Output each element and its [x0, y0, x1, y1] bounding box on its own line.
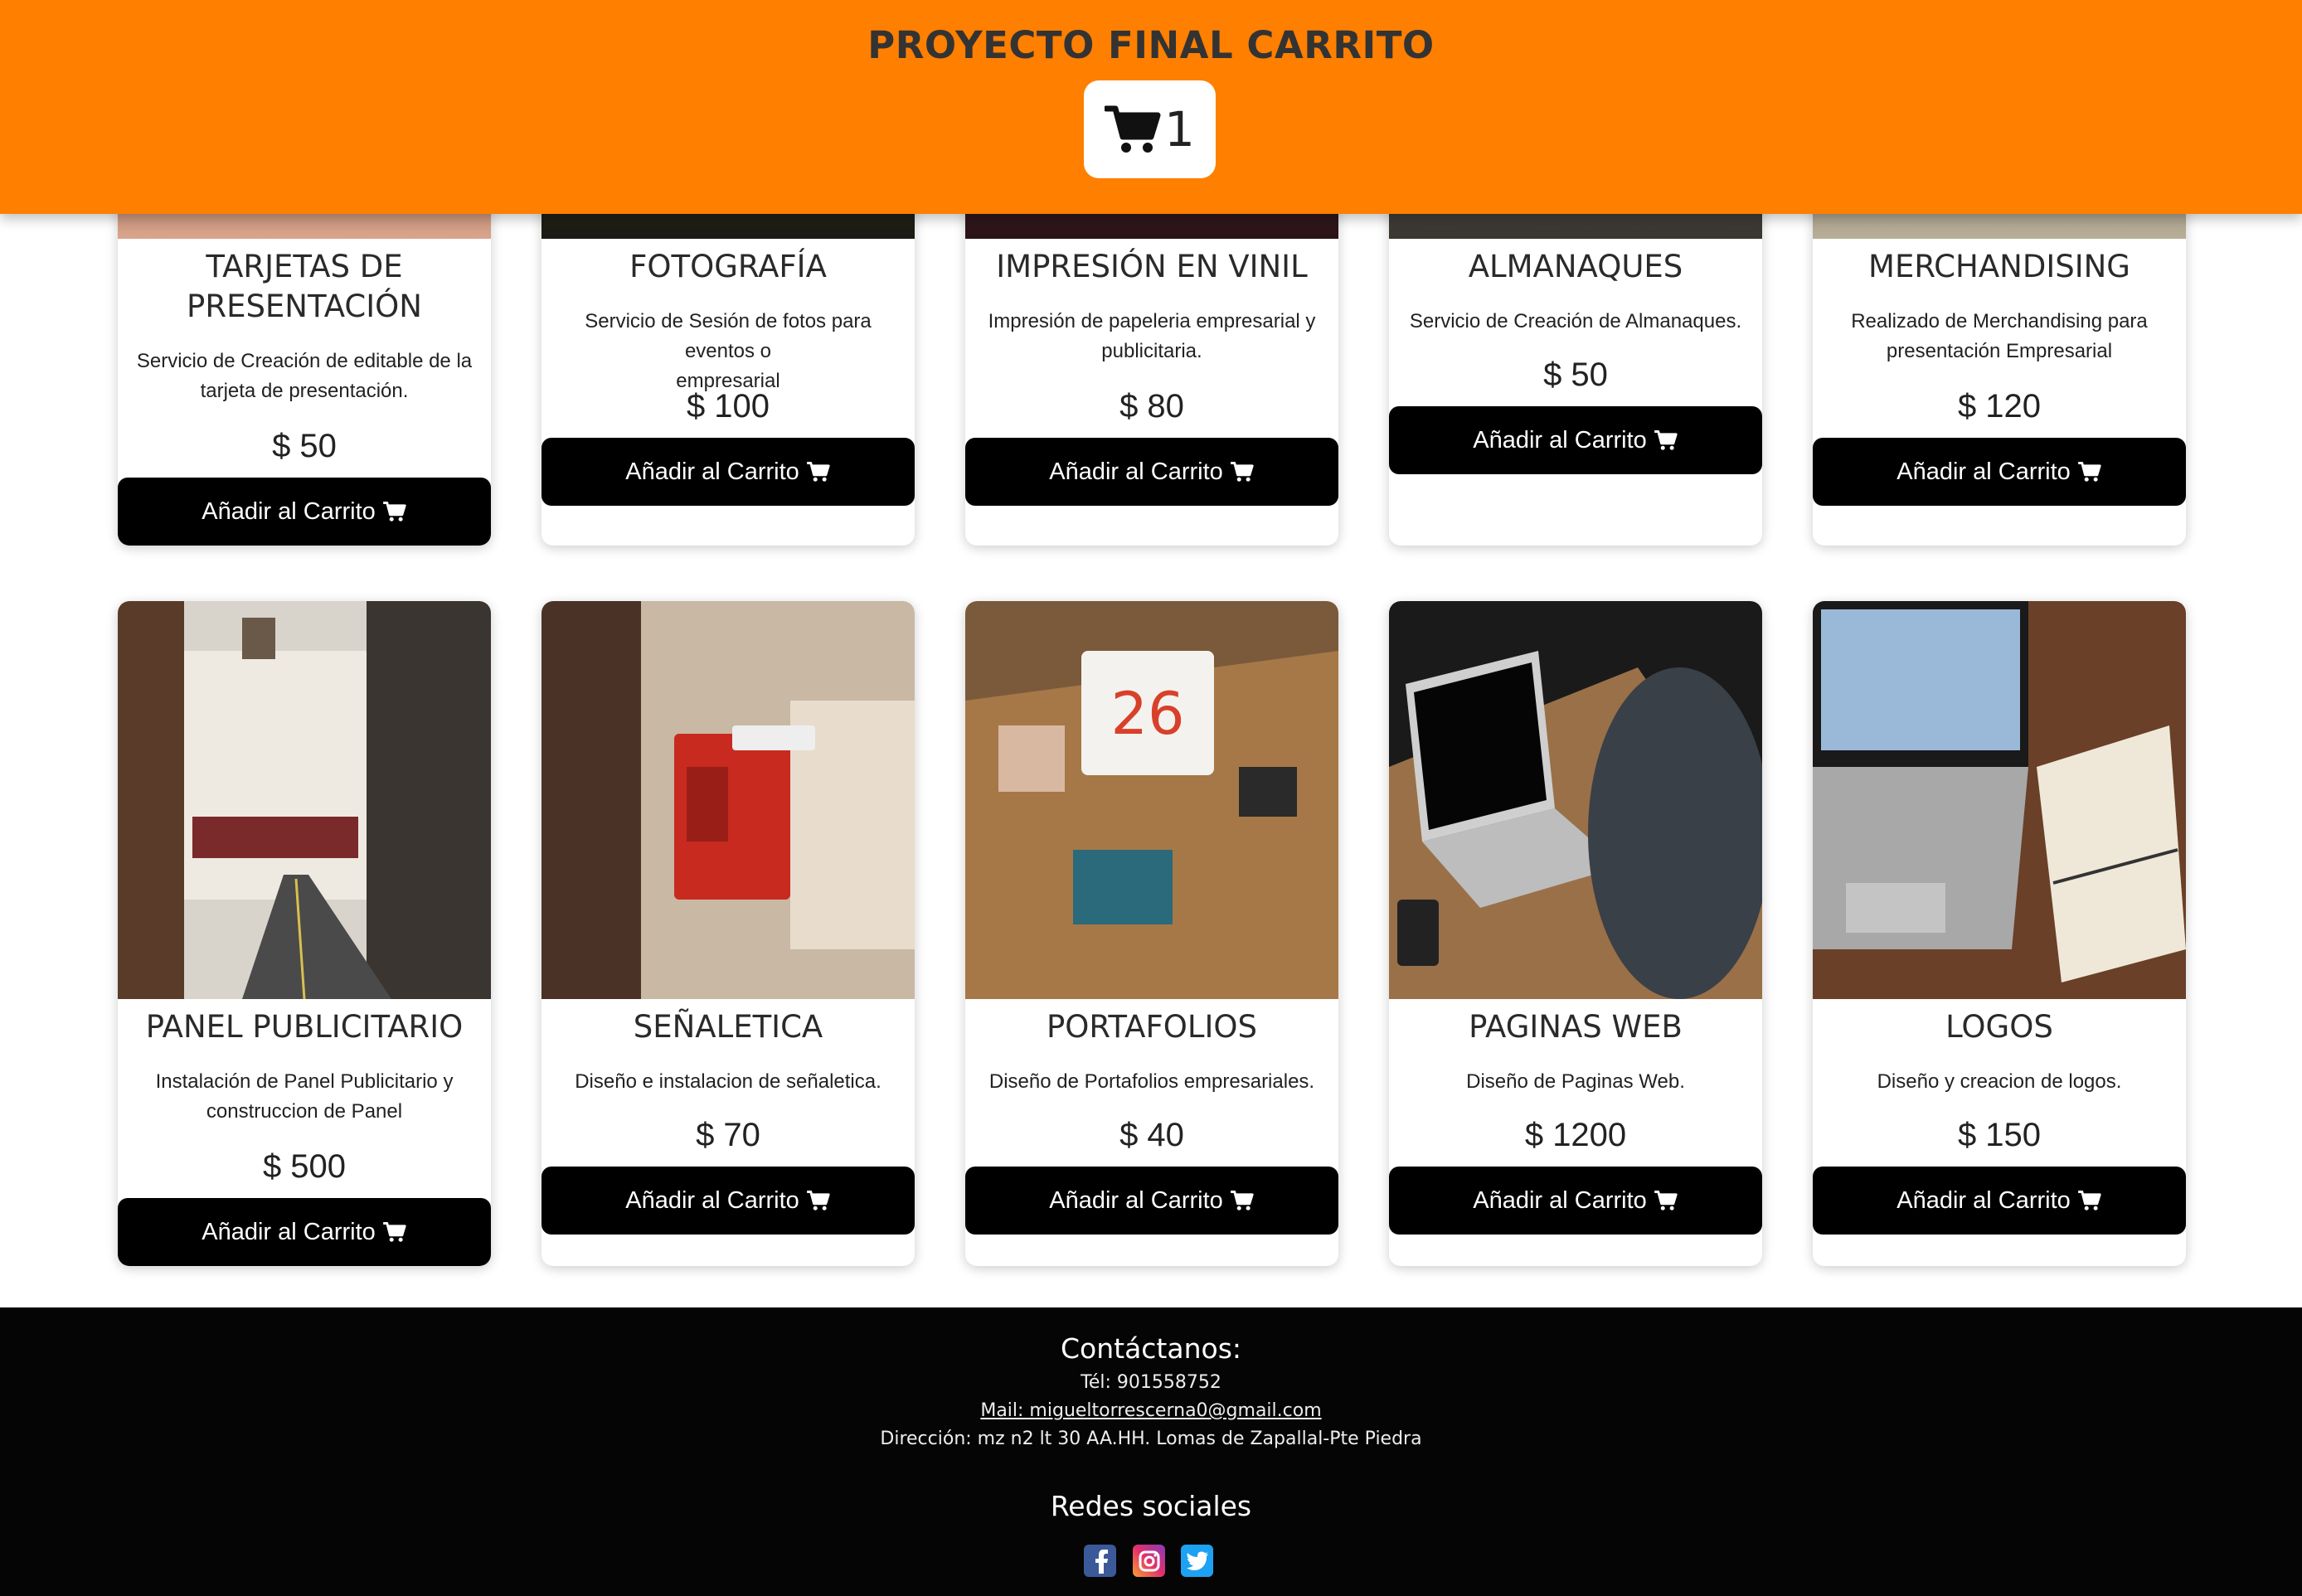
add-to-cart-button[interactable]: Añadir al Carrito [118, 1198, 491, 1266]
product-image: 26 [965, 601, 1338, 999]
contact-title: Contáctanos: [1060, 1332, 1242, 1365]
product-title: PORTAFOLIOS [1046, 1009, 1258, 1045]
product-price: $ 120 [1957, 388, 2042, 424]
product-card: SEÑALETICA Diseño e instalacion de señal… [542, 601, 915, 1266]
cart-button[interactable]: 1 [1084, 80, 1216, 178]
product-price: $ 1200 [1524, 1117, 1627, 1153]
product-description: Servicio de Sesión de fotos para eventos… [585, 310, 872, 392]
product-price: $ 40 [1119, 1117, 1184, 1153]
product-price: $ 150 [1957, 1117, 2042, 1153]
add-to-cart-button[interactable]: Añadir al Carrito [1813, 1167, 2186, 1235]
product-card: PANEL PUBLICITARIO Instalación de Panel … [118, 601, 491, 1266]
product-description: Instalación de Panel Publicitario y cons… [155, 1070, 454, 1123]
product-title: IMPRESIÓN EN VINIL [996, 249, 1308, 284]
product-description: Diseño e instalacion de señaletica. [575, 1070, 881, 1093]
product-description: Servicio de Creación de editable de la t… [136, 350, 473, 402]
site-header: PROYECTO FINAL CARRITO 1 [0, 0, 2302, 214]
twitter-icon[interactable] [1181, 1545, 1213, 1577]
cart-icon [1230, 461, 1255, 483]
add-to-cart-button[interactable]: Añadir al Carrito [118, 478, 491, 546]
product-description: Diseño de Paginas Web. [1466, 1070, 1685, 1093]
product-title: PAGINAS WEB [1469, 1009, 1683, 1045]
product-description: Impresión de papeleria empresarial y pub… [988, 310, 1316, 362]
social-title: Redes sociales [1050, 1490, 1252, 1522]
contact-address: Dirección: mz n2 lt 30 AA.HH. Lomas de Z… [880, 1429, 1422, 1449]
product-description: Servicio de Creación de Almanaques. [1409, 310, 1742, 332]
cart-icon [1230, 1190, 1255, 1211]
product-title: SEÑALETICA [633, 1009, 823, 1045]
cart-icon [382, 501, 407, 522]
product-image [1389, 601, 1762, 999]
product-card: 26 PORTAFOLIOS Diseño de Portafolios emp… [965, 601, 1338, 1266]
product-title: LOGOS [1945, 1009, 2053, 1045]
contact-mail-wrap: Mail: migueltorrescerna0@gmail.com [0, 1400, 2302, 1421]
product-title: PANEL PUBLICITARIO [145, 1009, 464, 1045]
facebook-icon[interactable] [1084, 1545, 1116, 1577]
cart-icon [806, 1190, 831, 1211]
svg-text:26: 26 [1110, 680, 1184, 748]
cart-count: 1 [1164, 101, 1195, 158]
product-price: $ 50 [272, 428, 337, 464]
cart-icon [806, 461, 831, 483]
product-price: $ 80 [1119, 388, 1184, 424]
add-to-cart-button[interactable]: Añadir al Carrito [1389, 406, 1762, 474]
product-description: Realizado de Merchandising para presenta… [1851, 310, 2148, 362]
product-title: FOTOGRAFÍA [629, 249, 827, 284]
cart-icon [382, 1221, 407, 1243]
contact-mail-link[interactable]: Mail: migueltorrescerna0@gmail.com [980, 1400, 1321, 1421]
product-title: ALMANAQUES [1468, 249, 1683, 284]
product-title: TARJETAS DE PRESENTACIÓN [187, 249, 422, 324]
product-description: Diseño y creacion de logos. [1877, 1070, 2122, 1093]
add-to-cart-button[interactable]: Añadir al Carrito [542, 438, 915, 506]
product-price: $ 100 [686, 388, 770, 424]
cart-icon [1654, 1190, 1678, 1211]
add-to-cart-button[interactable]: Añadir al Carrito [542, 1167, 915, 1235]
shopping-cart-icon [1105, 105, 1161, 153]
site-title: PROYECTO FINAL CARRITO [867, 23, 1435, 67]
product-card: PAGINAS WEB Diseño de Paginas Web. $ 120… [1389, 601, 1762, 1266]
add-to-cart-button[interactable]: Añadir al Carrito [965, 438, 1338, 506]
product-image [1813, 601, 2186, 999]
product-image [118, 601, 491, 999]
product-description: Diseño de Portafolios empresariales. [988, 1070, 1315, 1093]
product-price: $ 50 [1543, 357, 1608, 393]
cart-icon [2077, 461, 2102, 483]
instagram-icon[interactable] [1133, 1545, 1165, 1577]
add-to-cart-button[interactable]: Añadir al Carrito [1813, 438, 2186, 506]
product-price: $ 70 [696, 1117, 760, 1153]
add-to-cart-button[interactable]: Añadir al Carrito [965, 1167, 1338, 1235]
product-title: MERCHANDISING [1868, 249, 2130, 284]
cart-icon [2077, 1190, 2102, 1211]
add-to-cart-button[interactable]: Añadir al Carrito [1389, 1167, 1762, 1235]
product-card: LOGOS Diseño y creacion de logos. $ 150 … [1813, 601, 2186, 1266]
product-price: $ 500 [262, 1148, 347, 1185]
cart-icon [1654, 429, 1678, 451]
product-image [542, 601, 915, 999]
contact-phone: Tél: 901558752 [1081, 1372, 1221, 1393]
